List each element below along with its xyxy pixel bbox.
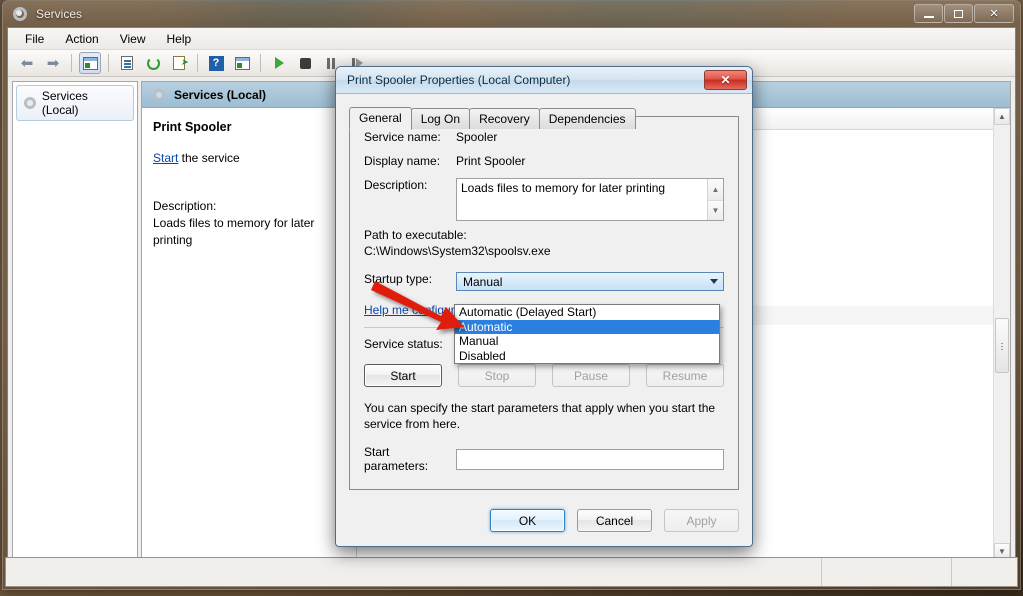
- status-bar-panel-main: [6, 558, 822, 586]
- start-parameters-input[interactable]: [456, 448, 724, 470]
- status-bar: [5, 557, 1018, 587]
- service-control-buttons: Start Stop Pause Resume: [364, 364, 724, 387]
- toolbar-separator: [197, 54, 198, 72]
- tree-item-label: Services (Local): [41, 89, 88, 117]
- dropdown-option[interactable]: Automatic (Delayed Start): [455, 305, 719, 320]
- chevron-down-icon: [710, 279, 718, 284]
- general-tab-panel: Service name: Spooler Display name: Prin…: [349, 116, 739, 490]
- service-detail-panel: Print Spooler Start the service Descript…: [142, 108, 357, 560]
- detail-action-suffix: the service: [178, 151, 240, 165]
- scroll-up-arrow-icon[interactable]: ▲: [708, 179, 723, 200]
- path-to-executable-block: Path to executable: C:\Windows\System32\…: [364, 227, 724, 259]
- startup-type-dropdown-list[interactable]: Automatic (Delayed Start) Automatic Manual…: [454, 304, 720, 364]
- description-row: Description: Loads files to memory for l…: [364, 178, 724, 221]
- list-pane-header-label: Services (Local): [174, 87, 267, 102]
- service-status-label: Service status:: [364, 337, 443, 351]
- toolbar-separator: [71, 54, 72, 72]
- dropdown-option[interactable]: Automatic: [455, 319, 719, 334]
- path-value: C:\Windows\System32\spoolsv.exe: [364, 244, 551, 258]
- services-list-scrollbar[interactable]: ▲ ▼: [993, 108, 1010, 560]
- path-label: Path to executable:: [364, 228, 467, 242]
- minimize-button[interactable]: [914, 4, 943, 23]
- stop-service-icon[interactable]: [294, 52, 316, 74]
- show-hide-console-tree-icon[interactable]: [79, 52, 101, 74]
- display-name-value: Print Spooler: [456, 154, 526, 168]
- tab-dependencies[interactable]: Dependencies: [538, 108, 636, 129]
- toolbar-separator: [260, 54, 261, 72]
- scroll-down-arrow-icon[interactable]: ▼: [708, 199, 723, 220]
- startup-type-combobox[interactable]: Manual: [456, 272, 724, 291]
- show-action-pane-icon[interactable]: [231, 52, 253, 74]
- display-name-row: Display name: Print Spooler: [364, 154, 724, 168]
- service-name-value: Spooler: [456, 130, 498, 144]
- refresh-icon[interactable]: [142, 52, 164, 74]
- menu-view[interactable]: View: [111, 29, 155, 49]
- window-controls: ✕: [914, 4, 1014, 23]
- service-name-row: Service name: Spooler: [364, 130, 724, 144]
- start-service-icon[interactable]: [268, 52, 290, 74]
- tab-recovery[interactable]: Recovery: [469, 108, 540, 129]
- pause-button: Pause: [552, 364, 630, 387]
- dialog-title: Print Spooler Properties (Local Computer…: [347, 73, 571, 87]
- status-bar-panel-tertiary: [952, 558, 1017, 586]
- description-text: Loads files to memory for later printing: [461, 181, 666, 195]
- tab-log-on[interactable]: Log On: [410, 108, 471, 129]
- window-title: Services: [36, 7, 83, 21]
- status-bar-panel-secondary: [822, 558, 952, 586]
- startup-type-label: Startup type:: [364, 272, 433, 286]
- scrollbar-thumb[interactable]: [995, 318, 1009, 373]
- services-gear-icon: [152, 88, 166, 102]
- detail-description-block: Description: Loads files to memory for l…: [153, 198, 345, 249]
- startup-type-selected-value: Manual: [463, 275, 503, 289]
- resume-button: Resume: [646, 364, 724, 387]
- service-name-label: Service name:: [364, 130, 441, 144]
- startup-type-row: Startup type: Manual: [364, 272, 724, 291]
- description-scrollbar[interactable]: ▲ ▼: [707, 179, 723, 220]
- maximize-button[interactable]: [944, 4, 973, 23]
- dropdown-option[interactable]: Disabled: [455, 349, 719, 364]
- dropdown-option[interactable]: Manual: [455, 334, 719, 349]
- back-icon[interactable]: ⬅: [16, 52, 38, 74]
- start-parameters-row: Start parameters:: [364, 445, 724, 473]
- export-list-icon[interactable]: ➤: [168, 52, 190, 74]
- stop-button: Stop: [458, 364, 536, 387]
- start-button[interactable]: Start: [364, 364, 442, 387]
- dialog-tabs: General Log On Recovery Dependencies: [349, 107, 739, 130]
- services-gear-icon: [23, 96, 37, 110]
- properties-icon[interactable]: [116, 52, 138, 74]
- cancel-button[interactable]: Cancel: [577, 509, 652, 532]
- description-textarea[interactable]: Loads files to memory for later printing…: [456, 178, 724, 221]
- menu-action[interactable]: Action: [56, 29, 107, 49]
- ok-button[interactable]: OK: [490, 509, 565, 532]
- start-parameters-hint: You can specify the start parameters tha…: [364, 401, 716, 431]
- scroll-up-arrow-icon[interactable]: ▲: [994, 108, 1010, 125]
- detail-description-text: Loads files to memory for later printing: [153, 216, 315, 247]
- tab-general[interactable]: General: [349, 107, 412, 130]
- close-button[interactable]: ✕: [974, 4, 1014, 23]
- services-gear-icon: [12, 6, 28, 22]
- console-tree-pane: Services (Local): [12, 81, 138, 581]
- menu-file[interactable]: File: [16, 29, 53, 49]
- forward-icon[interactable]: ➡: [42, 52, 64, 74]
- apply-button: Apply: [664, 509, 739, 532]
- description-label: Description:: [364, 178, 428, 192]
- start-parameters-label: Start parameters:: [364, 445, 429, 473]
- toolbar-separator: [108, 54, 109, 72]
- dialog-close-button[interactable]: ✕: [704, 70, 747, 90]
- menu-bar: File Action View Help: [8, 28, 1015, 50]
- menu-help[interactable]: Help: [158, 29, 201, 49]
- detail-service-title: Print Spooler: [153, 120, 232, 134]
- dialog-titlebar[interactable]: Print Spooler Properties (Local Computer…: [336, 67, 752, 94]
- tree-item-services-local[interactable]: Services (Local): [16, 85, 134, 121]
- window-titlebar[interactable]: Services ✕: [3, 1, 1020, 27]
- detail-action-row: Start the service: [153, 151, 345, 165]
- detail-description-label: Description:: [153, 199, 217, 213]
- help-icon[interactable]: ?: [205, 52, 227, 74]
- start-service-link[interactable]: Start: [153, 151, 178, 165]
- display-name-label: Display name:: [364, 154, 441, 168]
- dialog-footer: OK Cancel Apply: [490, 509, 739, 532]
